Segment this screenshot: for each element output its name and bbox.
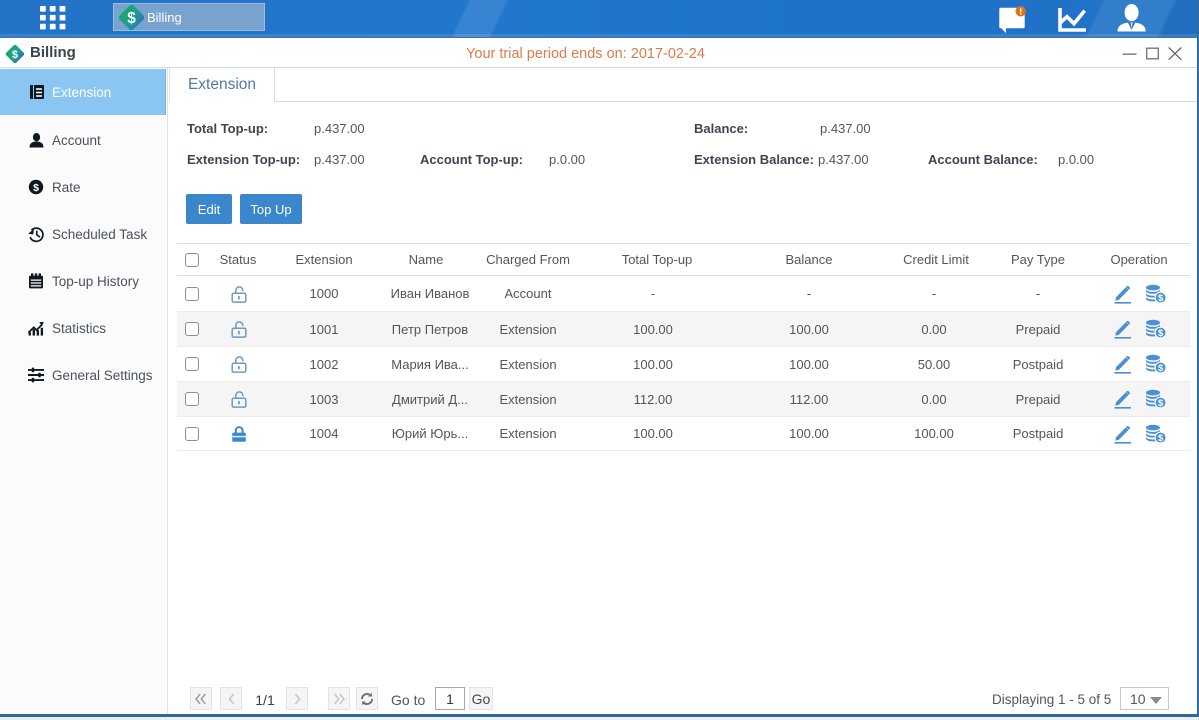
svg-text:$: $ <box>1157 328 1163 339</box>
svg-text:$: $ <box>127 10 136 27</box>
svg-text:$: $ <box>33 182 39 194</box>
svg-text:$: $ <box>1157 293 1163 304</box>
svg-text:$: $ <box>1157 398 1163 409</box>
svg-text:$: $ <box>1157 363 1163 374</box>
svg-text:$: $ <box>1157 433 1163 444</box>
